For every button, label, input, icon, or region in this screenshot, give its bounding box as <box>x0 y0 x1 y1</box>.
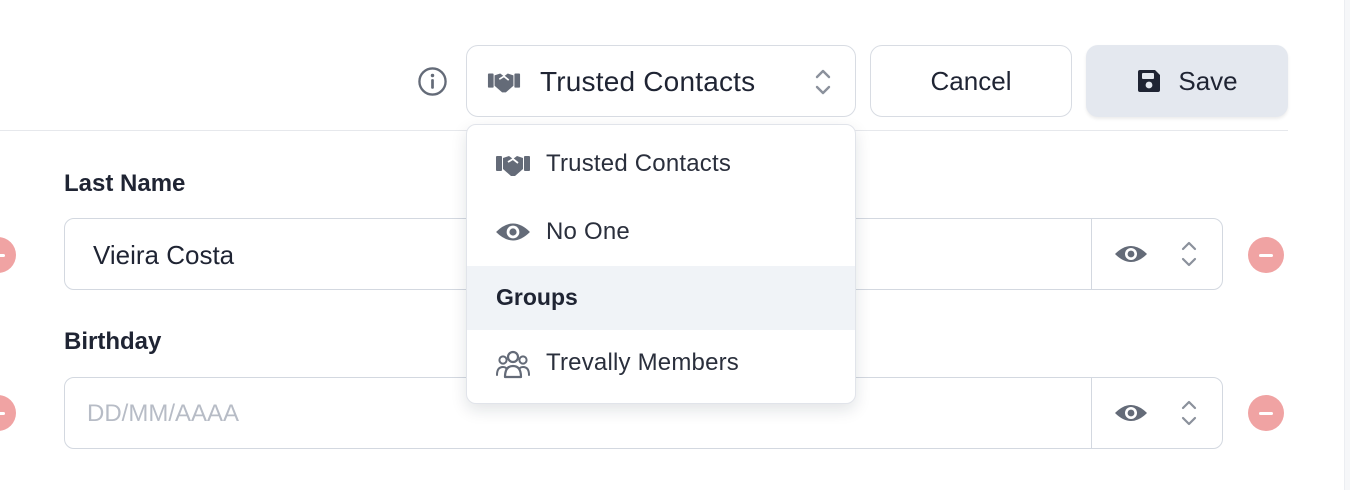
dropdown-option-label: No One <box>546 218 630 245</box>
birthday-input[interactable]: DD/MM/AAAA <box>87 398 239 430</box>
scrollbar-track[interactable] <box>1344 0 1350 490</box>
visibility-select[interactable]: Trusted Contacts <box>466 45 856 117</box>
remove-last-name-button[interactable] <box>1248 237 1284 273</box>
dropdown-option-no-one[interactable]: No One <box>467 200 855 266</box>
floppy-disk-icon <box>1138 70 1161 92</box>
last-name-input[interactable]: Vieira Costa <box>93 239 234 271</box>
users-icon <box>496 350 530 379</box>
dropdown-option-label: Trevally Members <box>546 349 740 376</box>
dropdown-group-label: Groups <box>496 284 578 310</box>
save-button-label: Save <box>1178 65 1238 96</box>
dropdown-option-trusted-contacts[interactable]: Trusted Contacts <box>467 132 855 198</box>
birthday-label: Birthday <box>64 328 162 355</box>
chevron-up-down-icon <box>815 69 831 95</box>
visibility-select-label: Trusted Contacts <box>540 66 756 97</box>
last-name-visibility-addon[interactable] <box>1091 219 1222 289</box>
remove-birthday-left-button[interactable] <box>0 395 16 431</box>
eye-icon[interactable] <box>1114 402 1148 424</box>
save-button[interactable]: Save <box>1086 45 1288 117</box>
eye-icon <box>496 223 530 241</box>
cancel-button[interactable]: Cancel <box>870 45 1072 117</box>
visibility-dropdown-menu: Trusted Contacts No One Groups Trevally … <box>466 124 856 404</box>
dropdown-group-header: Groups <box>467 266 855 330</box>
chevron-up-down-icon[interactable] <box>1180 398 1198 428</box>
dropdown-option-trevally-members[interactable]: Trevally Members <box>467 331 855 397</box>
chevron-up-down-icon[interactable] <box>1180 239 1198 269</box>
handshake-icon <box>487 73 521 93</box>
remove-birthday-button[interactable] <box>1248 395 1284 431</box>
birthday-visibility-addon[interactable] <box>1091 378 1222 448</box>
info-icon[interactable] <box>417 66 448 97</box>
remove-last-name-left-button[interactable] <box>0 237 16 273</box>
last-name-label: Last Name <box>64 170 186 197</box>
eye-icon[interactable] <box>1114 243 1148 265</box>
dropdown-option-label: Trusted Contacts <box>546 150 732 177</box>
handshake-icon <box>496 156 530 176</box>
